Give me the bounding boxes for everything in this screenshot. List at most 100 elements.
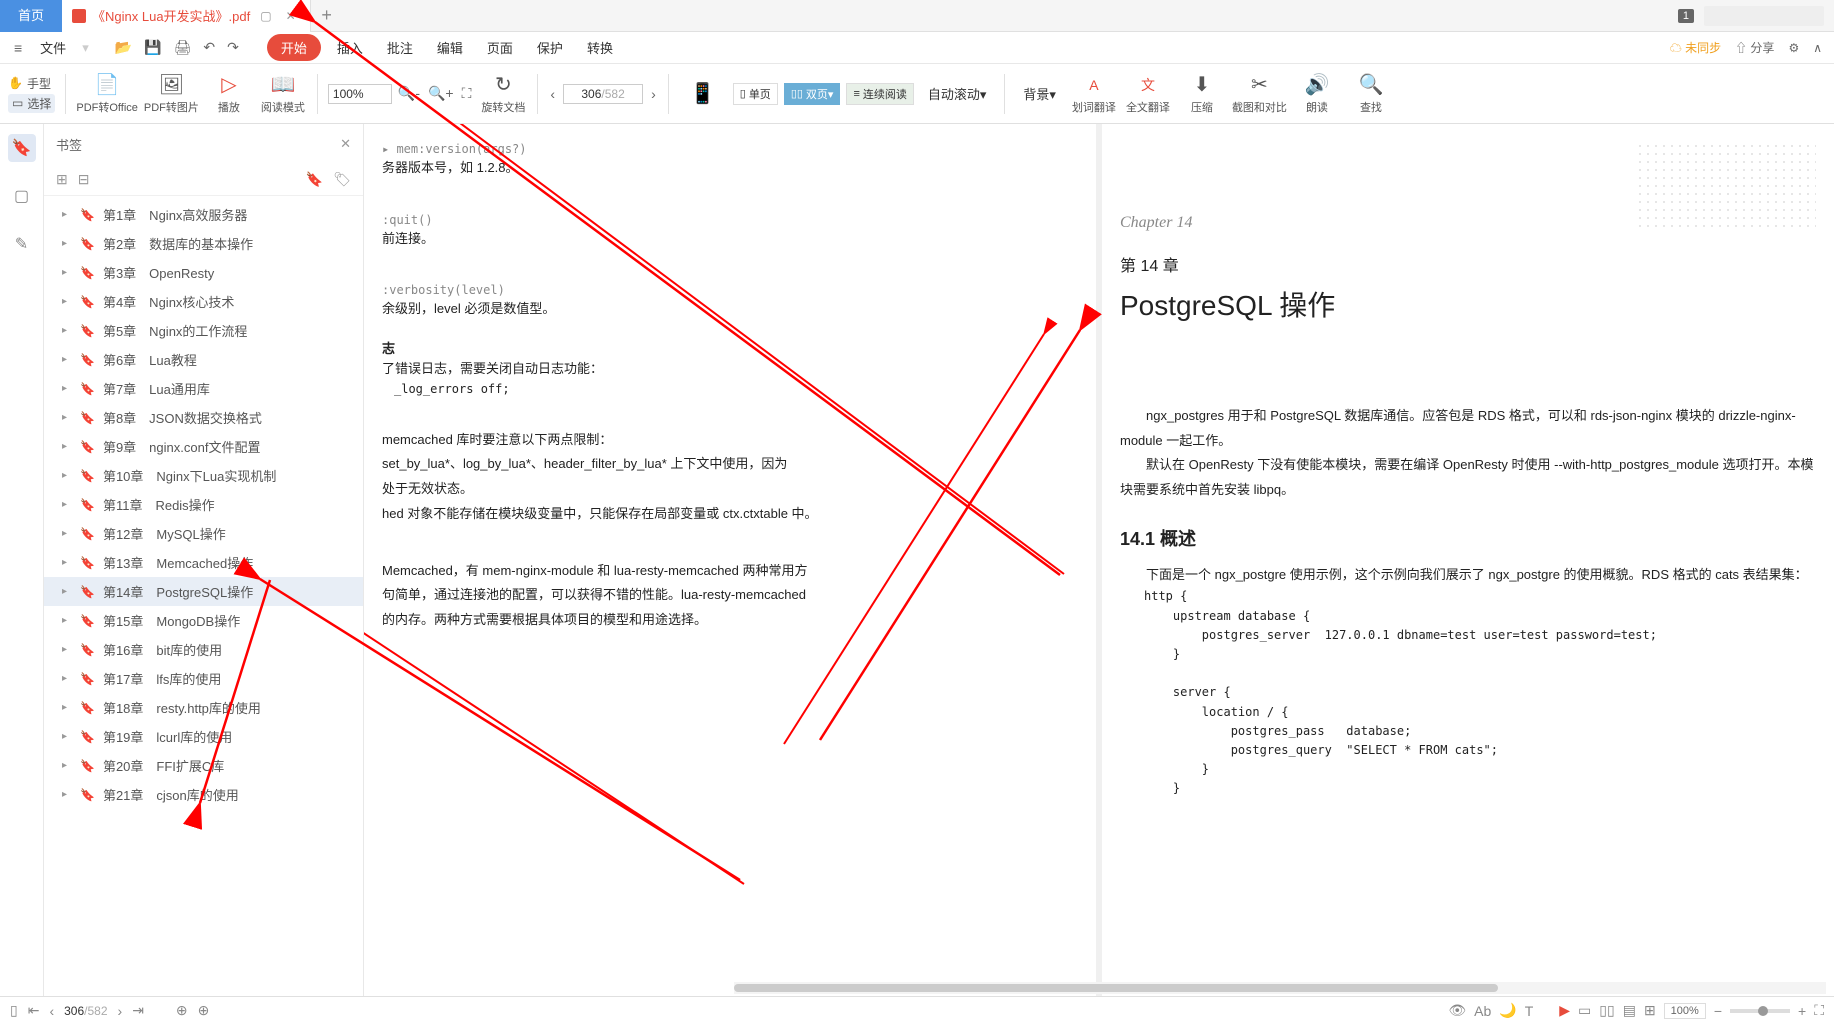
view3-icon[interactable]: ▤ xyxy=(1623,1002,1636,1019)
bookmark-outline-icon[interactable]: 🏷 xyxy=(333,171,351,188)
bookmark-item-3[interactable]: ▸🔖第3章 OpenResty xyxy=(44,258,363,287)
auto-adjust[interactable]: 📱 xyxy=(679,82,727,106)
bookmark-item-12[interactable]: ▸🔖第12章 MySQL操作 xyxy=(44,519,363,548)
collapse-ribbon-icon[interactable]: ∧ xyxy=(1813,41,1822,55)
user-area[interactable] xyxy=(1704,6,1824,26)
outline-rail-icon[interactable]: ✎ xyxy=(8,230,36,258)
settings-icon[interactable]: ⚙ xyxy=(1788,41,1799,55)
bookmark-item-15[interactable]: ▸🔖第15章 MongoDB操作 xyxy=(44,606,363,635)
bookmark-item-1[interactable]: ▸🔖第1章 Nginx高效服务器 xyxy=(44,200,363,229)
collapse-all-icon[interactable]: ⊟ xyxy=(78,171,90,188)
zoom-slider[interactable] xyxy=(1730,1009,1790,1013)
zoom-out-status-icon[interactable]: − xyxy=(1714,1003,1722,1019)
bookmark-item-17[interactable]: ▸🔖第17章 lfs库的使用 xyxy=(44,664,363,693)
pdf-to-office[interactable]: 📄PDF转Office xyxy=(76,73,138,115)
zoom-percent[interactable]: 100% xyxy=(1664,1003,1706,1019)
hand-tool[interactable]: ✋ 手型 xyxy=(8,75,55,92)
bookmark-item-20[interactable]: ▸🔖第20章 FFI扩展C库 xyxy=(44,751,363,780)
sidebar-toggle-icon[interactable]: ▯ xyxy=(10,1002,18,1019)
rotate-button[interactable]: ↻旋转文档 xyxy=(479,73,527,115)
new-tab-button[interactable]: + xyxy=(311,0,343,32)
menu-insert[interactable]: 插入 xyxy=(329,34,371,61)
read-aloud[interactable]: 🔊朗读 xyxy=(1293,73,1341,115)
first-page-icon[interactable]: ⇤ xyxy=(28,1002,40,1019)
page-counter[interactable]: 306/582 xyxy=(64,1004,107,1018)
eye-icon[interactable]: 👁 xyxy=(1448,1002,1466,1019)
auto-scroll[interactable]: 自动滚动▾ xyxy=(920,80,995,107)
close-tab-icon[interactable]: ✕ xyxy=(282,9,300,23)
sidebar-close-icon[interactable]: ✕ xyxy=(340,136,351,152)
next-page-status-icon[interactable]: › xyxy=(118,1003,123,1019)
menu-annotate[interactable]: 批注 xyxy=(379,34,421,61)
zoom-select[interactable]: 100% xyxy=(328,84,392,104)
bookmark-rail-icon[interactable]: 🔖 xyxy=(8,134,36,162)
sync-status[interactable]: ☁ 未同步 xyxy=(1670,39,1721,56)
page-area[interactable]: ▸ mem:version(args?) 务器版本号，如 1.2.8。 :qui… xyxy=(364,124,1834,996)
compress-button[interactable]: ⬇压缩 xyxy=(1178,73,1226,115)
view4-icon[interactable]: ⊞ xyxy=(1644,1002,1656,1019)
bookmark-item-10[interactable]: ▸🔖第10章 Nginx下Lua实现机制 xyxy=(44,461,363,490)
bookmark-item-5[interactable]: ▸🔖第5章 Nginx的工作流程 xyxy=(44,316,363,345)
play-status-icon[interactable]: ▶ xyxy=(1559,1002,1570,1019)
bookmark-item-13[interactable]: ▸🔖第13章 Memcached操作 xyxy=(44,548,363,577)
detach-icon[interactable]: ▢ xyxy=(256,9,275,23)
ab-icon[interactable]: Ab xyxy=(1474,1003,1491,1019)
select-tool[interactable]: ▭ 选择 xyxy=(8,94,55,113)
crop-compare[interactable]: ✂截图和对比 xyxy=(1232,73,1287,115)
bookmark-item-16[interactable]: ▸🔖第16章 bit库的使用 xyxy=(44,635,363,664)
next-page-icon[interactable]: › xyxy=(649,84,658,104)
view1-icon[interactable]: ▭ xyxy=(1578,1002,1591,1019)
prev-page-status-icon[interactable]: ‹ xyxy=(49,1003,54,1019)
notification-badge[interactable]: 1 xyxy=(1678,9,1694,23)
prev-page-icon[interactable]: ‹ xyxy=(548,84,557,104)
pdf-to-image[interactable]: 🖼PDF转图片 xyxy=(144,73,199,115)
print-icon[interactable]: 🖨 xyxy=(172,37,194,58)
fit-icon[interactable]: ⛶ xyxy=(460,83,474,104)
bookmark-item-21[interactable]: ▸🔖第21章 cjson库的使用 xyxy=(44,780,363,809)
background-menu[interactable]: 背景▾ xyxy=(1015,80,1064,107)
page-input[interactable]: 306/582 xyxy=(563,84,643,104)
save-icon[interactable]: 💾 xyxy=(142,37,163,58)
home-tab[interactable]: 首页 xyxy=(0,0,62,32)
play-button[interactable]: ▷播放 xyxy=(205,73,253,115)
menu-page[interactable]: 页面 xyxy=(479,34,521,61)
bookmark-item-11[interactable]: ▸🔖第11章 Redis操作 xyxy=(44,490,363,519)
redo-icon[interactable]: ↷ xyxy=(225,37,241,58)
menu-convert[interactable]: 转换 xyxy=(579,34,621,61)
add-bookmark-icon[interactable]: 🔖 xyxy=(306,171,323,188)
double-page-view[interactable]: ▯▯双页▾ xyxy=(784,83,841,105)
bookmark-item-4[interactable]: ▸🔖第4章 Nginx核心技术 xyxy=(44,287,363,316)
menu-start[interactable]: 开始 xyxy=(267,34,321,61)
open-icon[interactable]: 📂 xyxy=(113,37,134,58)
full-translate[interactable]: 文全文翻译 xyxy=(1124,73,1172,115)
continuous-read[interactable]: ≡连续阅读 xyxy=(846,83,913,105)
last-page-icon[interactable]: ⇥ xyxy=(132,1002,144,1019)
bookmark-item-9[interactable]: ▸🔖第9章 nginx.conf文件配置 xyxy=(44,432,363,461)
menu-protect[interactable]: 保护 xyxy=(529,34,571,61)
word-translate[interactable]: A划词翻译 xyxy=(1070,73,1118,115)
page-action-icon[interactable]: ⊕ xyxy=(198,1002,210,1019)
bookmark-item-19[interactable]: ▸🔖第19章 lcurl库的使用 xyxy=(44,722,363,751)
single-page-view[interactable]: ▯单页 xyxy=(733,83,778,105)
fullscreen-icon[interactable]: ⛶ xyxy=(1814,1002,1824,1019)
add-page-icon[interactable]: ⊕ xyxy=(176,1002,188,1019)
bookmark-item-6[interactable]: ▸🔖第6章 Lua教程 xyxy=(44,345,363,374)
text-icon[interactable]: T xyxy=(1525,1003,1534,1019)
moon-icon[interactable]: 🌙 xyxy=(1499,1002,1516,1019)
zoom-in-status-icon[interactable]: + xyxy=(1798,1003,1806,1019)
thumbnail-rail-icon[interactable]: ▢ xyxy=(8,182,36,210)
document-tab[interactable]: 《Nginx Lua开发实战》.pdf ▢ ✕ xyxy=(62,0,311,32)
menu-icon[interactable]: ≡ xyxy=(12,38,24,58)
view2-icon[interactable]: ▯▯ xyxy=(1599,1002,1614,1019)
find-button[interactable]: 🔍查找 xyxy=(1347,73,1395,115)
zoom-in-icon[interactable]: 🔍+ xyxy=(426,83,456,104)
bookmark-item-14[interactable]: ▸🔖第14章 PostgreSQL操作 xyxy=(44,577,363,606)
bookmark-item-18[interactable]: ▸🔖第18章 resty.http库的使用 xyxy=(44,693,363,722)
bookmark-item-2[interactable]: ▸🔖第2章 数据库的基本操作 xyxy=(44,229,363,258)
bookmark-item-8[interactable]: ▸🔖第8章 JSON数据交换格式 xyxy=(44,403,363,432)
read-mode[interactable]: 📖阅读模式 xyxy=(259,73,307,115)
bookmark-item-7[interactable]: ▸🔖第7章 Lua通用库 xyxy=(44,374,363,403)
horizontal-scrollbar[interactable] xyxy=(734,982,1826,994)
zoom-out-icon[interactable]: 🔍- xyxy=(396,83,422,104)
expand-all-icon[interactable]: ⊞ xyxy=(56,171,68,188)
